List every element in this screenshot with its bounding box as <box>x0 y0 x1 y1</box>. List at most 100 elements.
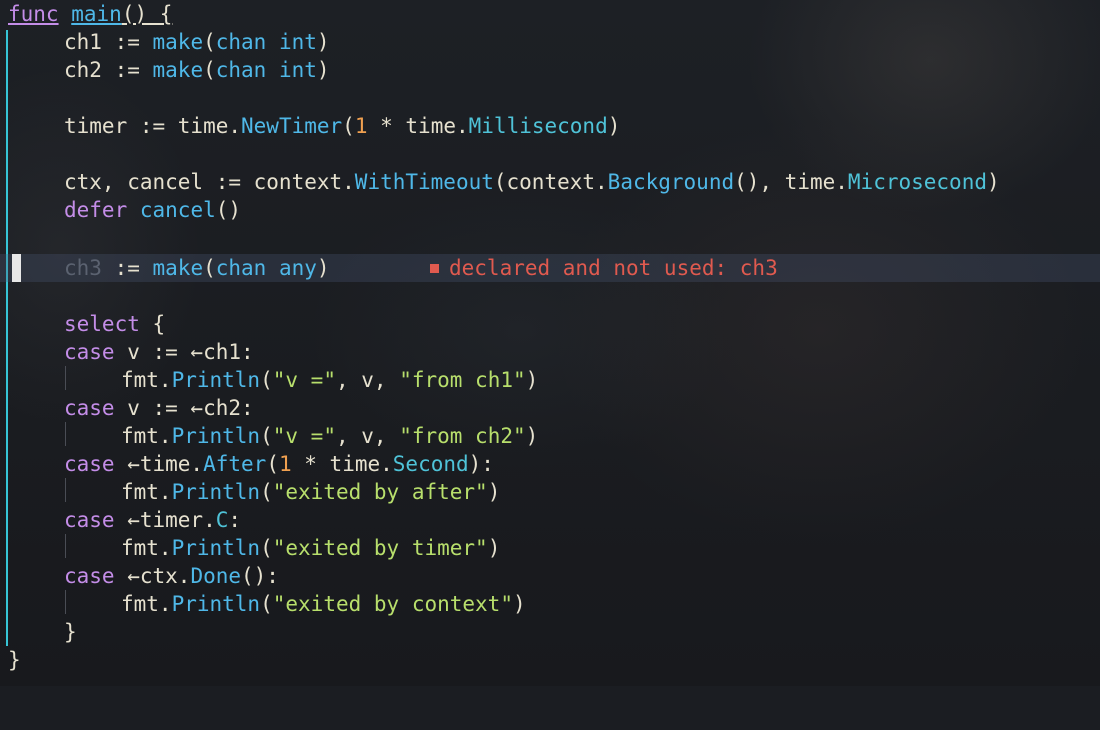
type: chan any <box>215 256 317 280</box>
code-line[interactable]: fmt.Println("exited by context") <box>0 590 1100 618</box>
keyword: case <box>64 340 115 364</box>
keyword: case <box>64 508 115 532</box>
code-text: , v, <box>335 368 400 392</box>
code-line[interactable]: case ←time.After(1 * time.Second): <box>0 450 1100 478</box>
error-icon <box>430 264 439 273</box>
text-cursor <box>12 254 21 282</box>
function-name: After <box>203 452 267 476</box>
type: chan int <box>215 58 317 82</box>
code-editor[interactable]: func main() { ch1 := make(chan int) ch2 … <box>0 0 1100 686</box>
constant: Microsecond <box>847 170 987 194</box>
code-line[interactable]: ctx, cancel := context.WithTimeout(conte… <box>0 168 1100 196</box>
code-text: ←ctx. <box>114 564 191 588</box>
code-text: ←timer. <box>114 508 216 532</box>
code-text: ch1 := <box>64 30 153 54</box>
keyword: defer <box>64 198 128 222</box>
string-literal: "v =" <box>272 424 336 448</box>
code-text: * time. <box>291 452 393 476</box>
code-text: * time. <box>367 114 469 138</box>
function-name: Background <box>607 170 735 194</box>
code-line[interactable]: select { <box>0 310 1100 338</box>
function-name: Println <box>171 480 261 504</box>
field: C <box>215 508 229 532</box>
code-text: , v, <box>335 424 400 448</box>
code-text: ch2 := <box>64 58 153 82</box>
code-line[interactable]: timer := time.NewTimer(1 * time.Millisec… <box>0 112 1100 140</box>
code-text: ) <box>525 368 539 392</box>
code-line[interactable]: fmt.Println("v =", v, "from ch1") <box>0 366 1100 394</box>
function-name: make <box>152 58 204 82</box>
function-name: make <box>152 256 204 280</box>
code-text: (): <box>241 564 279 588</box>
number-literal: 1 <box>278 452 292 476</box>
keyword: case <box>64 564 115 588</box>
code-text: ) <box>316 256 330 280</box>
code-text: ) <box>607 114 621 138</box>
code-text: ): <box>468 452 494 476</box>
code-text: ←time. <box>114 452 204 476</box>
code-text: fmt. <box>121 592 172 616</box>
code-text: timer := time. <box>64 114 242 138</box>
string-literal: "exited by after" <box>272 480 488 504</box>
code-text: ( <box>260 368 273 392</box>
code-line[interactable]: defer cancel() <box>0 196 1100 224</box>
code-text: ) <box>487 480 501 504</box>
code-text: ( <box>260 424 273 448</box>
unused-variable: ch3 <box>64 256 102 280</box>
code-line[interactable]: func main() { <box>0 0 1100 28</box>
code-text: { <box>139 312 166 336</box>
code-text: () { <box>121 2 173 26</box>
keyword: case <box>64 396 115 420</box>
code-line[interactable]: case v := ←ch2: <box>0 394 1100 422</box>
code-text: := <box>101 256 153 280</box>
code-text: ( <box>203 58 216 82</box>
current-line[interactable]: ch3 := make(chan any) declared and not u… <box>0 254 1100 282</box>
code-text: ) <box>512 592 526 616</box>
code-text: ( <box>266 452 279 476</box>
code-line[interactable]: ch2 := make(chan int) <box>0 56 1100 84</box>
code-text: ) <box>986 170 1000 194</box>
code-text: v := ←ch2: <box>114 396 254 420</box>
code-text: ( <box>260 592 273 616</box>
string-literal: "exited by context" <box>272 592 513 616</box>
code-line[interactable]: case v := ←ch1: <box>0 338 1100 366</box>
function-name: Println <box>171 368 261 392</box>
keyword: func <box>8 2 59 26</box>
code-text: ( <box>203 30 216 54</box>
code-text: ( <box>260 536 273 560</box>
error-diagnostic[interactable]: declared and not used: ch3 <box>430 254 778 282</box>
keyword: select <box>64 312 140 336</box>
code-line[interactable]: case ←timer.C: <box>0 506 1100 534</box>
code-text: ctx, cancel := context. <box>64 170 355 194</box>
code-text: () <box>215 198 242 222</box>
function-name: cancel <box>139 198 216 222</box>
string-literal: "v =" <box>272 368 336 392</box>
code-line[interactable]: fmt.Println("v =", v, "from ch2") <box>0 422 1100 450</box>
code-line[interactable]: ch1 := make(chan int) <box>0 28 1100 56</box>
function-name: Println <box>171 536 261 560</box>
code-text: ) <box>525 424 539 448</box>
function-name: Println <box>171 424 261 448</box>
code-text: fmt. <box>121 536 172 560</box>
code-text: ( <box>342 114 355 138</box>
code-text: (), time. <box>734 170 848 194</box>
code-text: (context. <box>493 170 608 194</box>
function-name: WithTimeout <box>354 170 494 194</box>
code-text: fmt. <box>121 424 172 448</box>
code-line[interactable]: fmt.Println("exited by after") <box>0 478 1100 506</box>
function-name: main <box>71 2 122 26</box>
code-text: ( <box>203 256 216 280</box>
code-line[interactable]: case ←ctx.Done(): <box>0 562 1100 590</box>
code-text: ) <box>487 536 501 560</box>
string-literal: "from ch2" <box>399 424 526 448</box>
string-literal: "from ch1" <box>399 368 526 392</box>
code-line[interactable]: } <box>0 646 1100 674</box>
code-line[interactable]: fmt.Println("exited by timer") <box>0 534 1100 562</box>
code-text: : <box>228 508 242 532</box>
string-literal: "exited by timer" <box>272 536 488 560</box>
code-text: v := ←ch1: <box>114 340 254 364</box>
function-name: Done <box>190 564 242 588</box>
code-text: ( <box>260 480 273 504</box>
error-message: declared and not used: ch3 <box>449 256 778 280</box>
code-line[interactable]: } <box>0 618 1100 646</box>
